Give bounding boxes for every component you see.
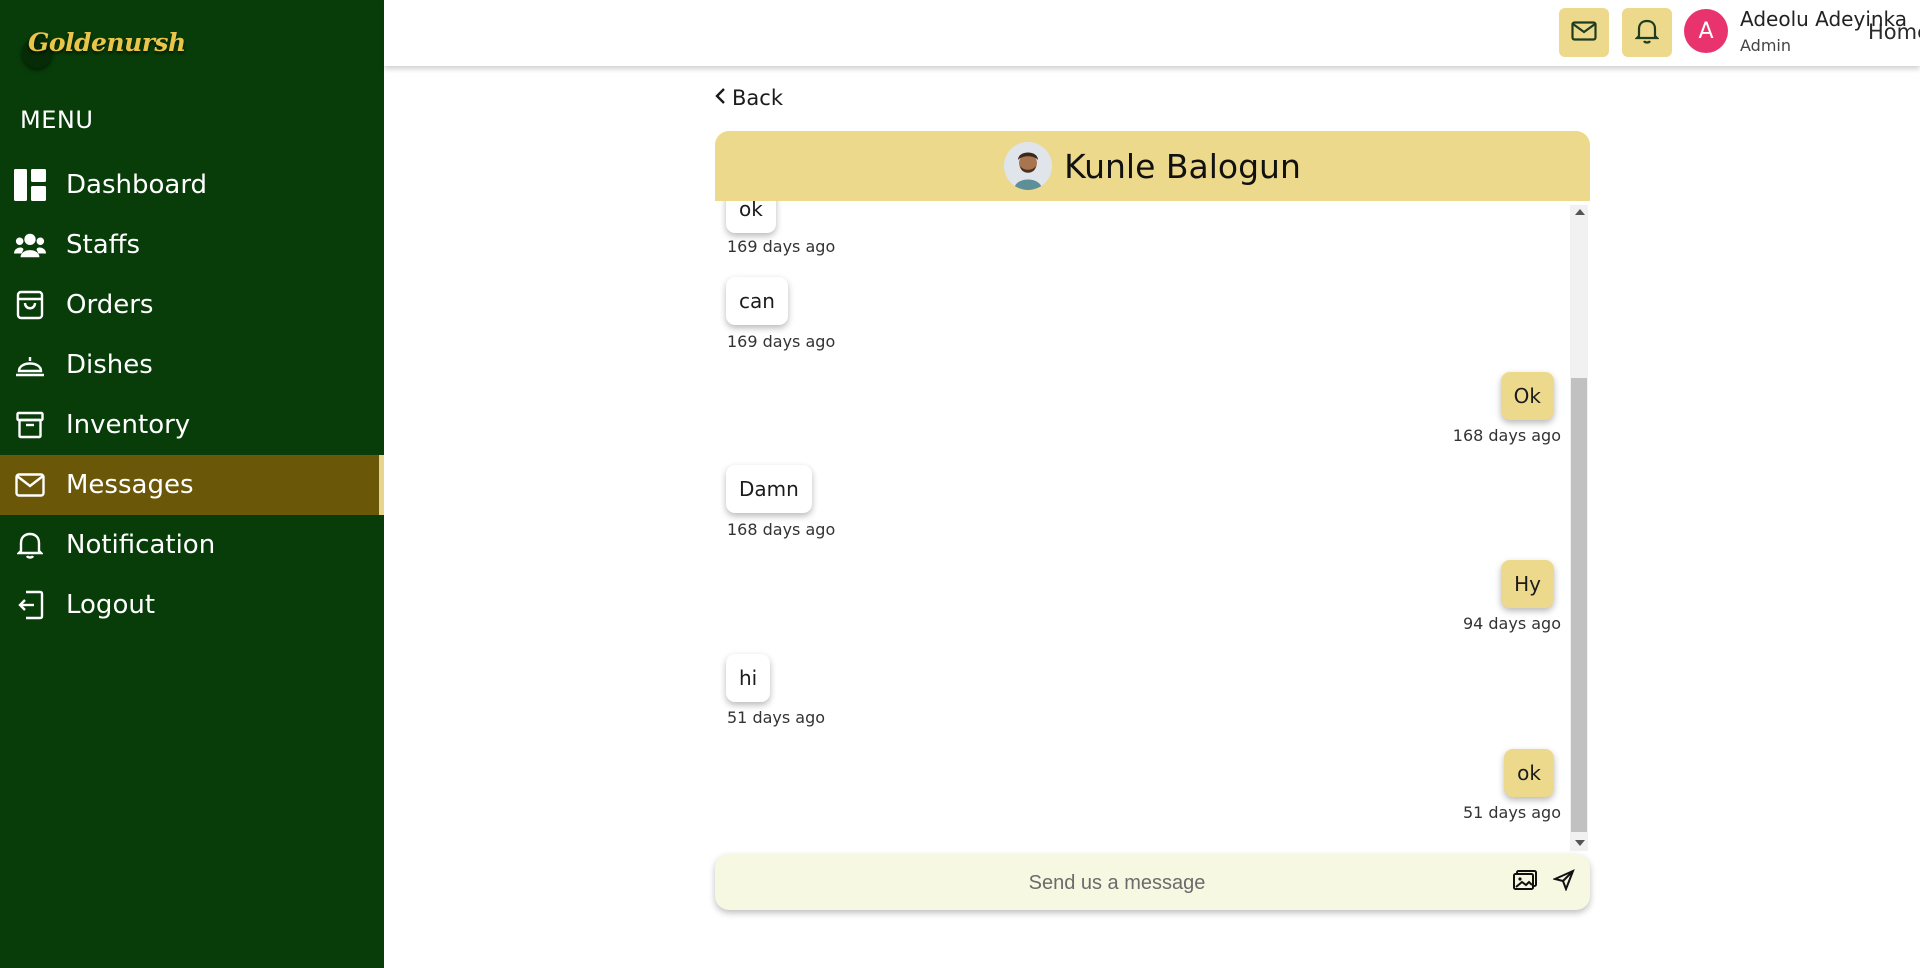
message-bubble-incoming: ok [726, 201, 776, 233]
top-bar: Home A Adeolu Adeyinka Admin [384, 0, 1920, 66]
message-text: can [739, 289, 775, 313]
message-text: Damn [739, 477, 799, 501]
app-logo[interactable]: Goldenursh [28, 28, 186, 57]
image-icon [1513, 870, 1537, 894]
sidebar-nav: Dashboard Staffs Orders Dishes Inventory [0, 155, 384, 635]
message-timestamp: 94 days ago [1462, 614, 1561, 633]
shopping-bag-icon [14, 289, 46, 321]
message-input[interactable] [715, 854, 1519, 912]
message-timestamp: 169 days ago [727, 332, 836, 351]
sidebar-item-label: Dishes [66, 350, 153, 380]
mail-icon [1571, 20, 1597, 45]
notifications-button[interactable] [1622, 8, 1672, 57]
message-text: hi [739, 666, 758, 690]
scroll-down-arrow[interactable] [1575, 840, 1585, 846]
message-timestamp: 168 days ago [1452, 426, 1561, 445]
message-bubble-outgoing: Ok [1500, 372, 1554, 420]
sidebar-item-dashboard[interactable]: Dashboard [0, 155, 384, 215]
user-avatar[interactable]: A [1684, 9, 1728, 53]
message-text: Hy [1514, 572, 1541, 596]
chevron-left-icon [714, 86, 726, 110]
sidebar-item-logout[interactable]: Logout [0, 575, 384, 635]
message-timestamp: 51 days ago [1462, 803, 1561, 822]
sidebar-item-dishes[interactable]: Dishes [0, 335, 384, 395]
contact-name: Kunle Balogun [1064, 146, 1301, 186]
archive-icon [14, 409, 46, 441]
users-icon [14, 229, 46, 261]
message-text: ok [739, 201, 763, 221]
message-timestamp: 51 days ago [727, 708, 826, 727]
message-composer [715, 854, 1590, 912]
sidebar-item-label: Messages [66, 470, 194, 500]
sidebar-item-staffs[interactable]: Staffs [0, 215, 384, 275]
message-list[interactable]: ok 169 days ago can 169 days ago Ok 168 … [715, 201, 1591, 853]
messages-button[interactable] [1559, 8, 1609, 57]
message-bubble-incoming: hi [726, 654, 771, 702]
dashboard-icon [14, 169, 46, 201]
send-button[interactable] [1551, 869, 1577, 895]
message-text: ok [1517, 761, 1541, 785]
bell-icon [14, 529, 46, 561]
bell-icon [1634, 18, 1660, 48]
sidebar-item-inventory[interactable]: Inventory [0, 395, 384, 455]
sidebar: Goldenursh MENU Dashboard Staffs Orders … [0, 0, 384, 968]
cloche-icon [14, 349, 46, 381]
message-bubble-incoming: can [726, 277, 788, 325]
sidebar-item-orders[interactable]: Orders [0, 275, 384, 335]
scroll-up-arrow[interactable] [1575, 209, 1585, 215]
sidebar-item-label: Notification [66, 530, 216, 560]
chat-header: Kunle Balogun [715, 131, 1590, 201]
attach-image-button[interactable] [1512, 870, 1538, 894]
sidebar-item-label: Staffs [66, 230, 141, 260]
message-bubble-incoming: Damn [726, 465, 812, 513]
message-bubble-outgoing: ok [1504, 749, 1554, 797]
back-button[interactable]: Back [714, 86, 783, 110]
sidebar-item-label: Dashboard [66, 170, 208, 200]
message-bubble-outgoing: Hy [1501, 560, 1554, 608]
message-timestamp: 168 days ago [727, 520, 836, 539]
sidebar-item-messages[interactable]: Messages [0, 455, 384, 515]
message-text: Ok [1513, 384, 1541, 408]
send-icon [1551, 869, 1575, 895]
message-timestamp: 169 days ago [727, 237, 836, 256]
menu-title: MENU [20, 106, 94, 134]
back-label: Back [732, 86, 783, 110]
user-name: Adeolu Adeyinka [1740, 7, 1908, 31]
mail-icon [14, 469, 46, 501]
sidebar-item-label: Logout [66, 590, 156, 620]
logout-icon [14, 589, 46, 621]
contact-avatar [1004, 142, 1053, 190]
user-role: Admin [1740, 36, 1791, 55]
sidebar-item-label: Orders [66, 290, 154, 320]
sidebar-item-notification[interactable]: Notification [0, 515, 384, 575]
sidebar-item-label: Inventory [66, 410, 191, 440]
scrollbar-thumb[interactable] [1571, 378, 1587, 832]
